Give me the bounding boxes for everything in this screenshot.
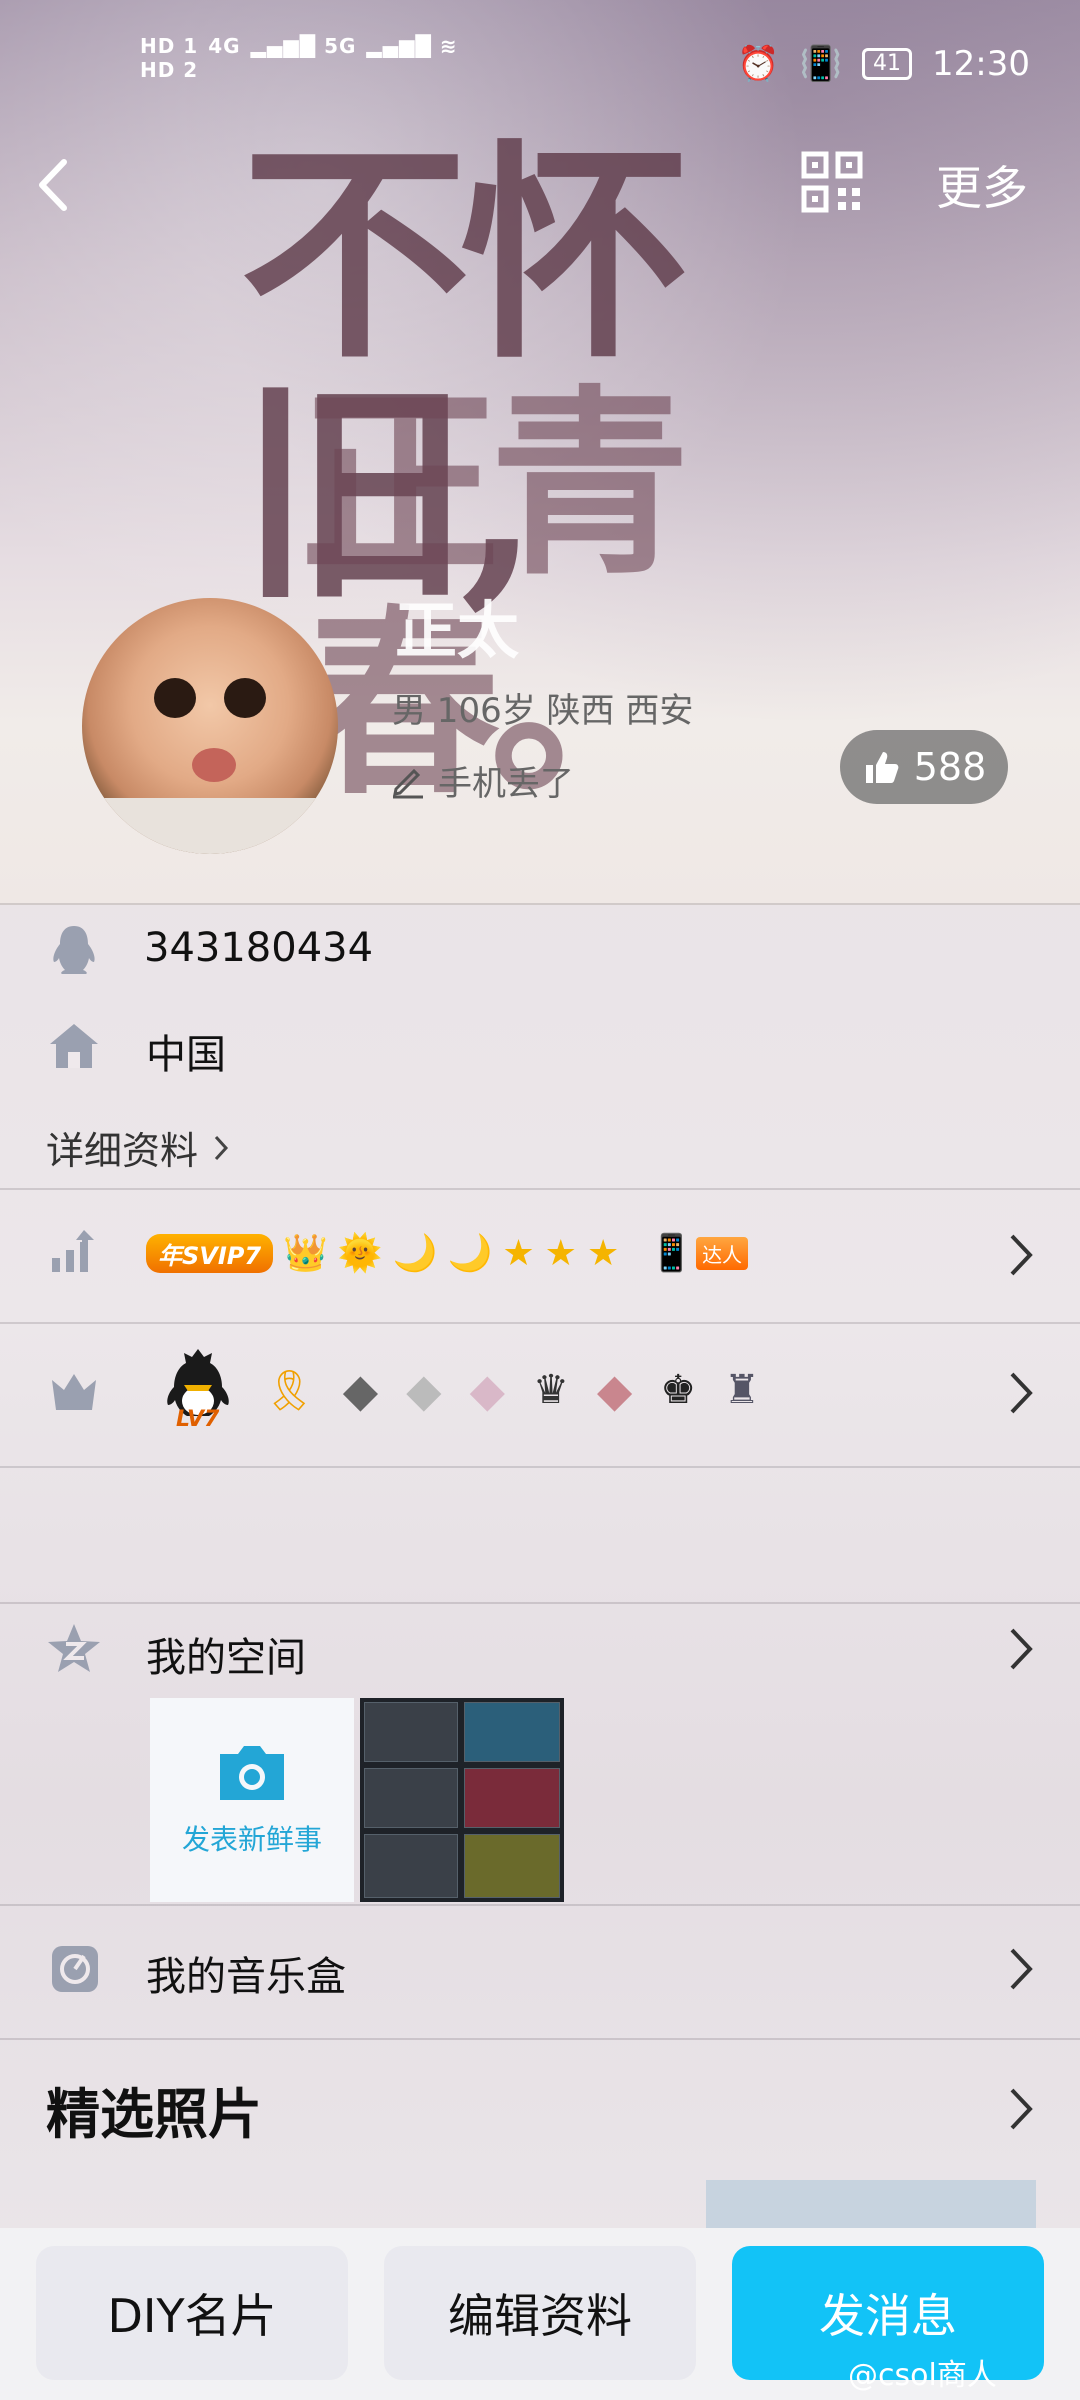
qq-number: 343180434 <box>144 925 374 971</box>
qq-level-text: LV7 <box>176 1407 220 1432</box>
moon-icon: 🌙 <box>447 1233 493 1274</box>
signal-indicators: HD 1 4G ▂▄▆█ 5G ▂▄▆█ ≋ HD 2 <box>140 34 458 82</box>
detail-profile-link[interactable]: 详细资料 <box>46 1120 230 1175</box>
qr-code-icon[interactable] <box>800 150 864 214</box>
divider <box>0 903 1080 905</box>
thumb-cell <box>364 1768 458 1828</box>
space-tiles: 发表新鲜事 <box>150 1698 564 1902</box>
qq-level-badge: LV7 <box>160 1345 236 1435</box>
like-button[interactable]: 588 <box>840 730 1008 804</box>
avatar-eye-left <box>154 678 196 718</box>
service-badges: LV7 🎗 ◆ ◆ ◆ ♛ ◆ ♚ ♜ <box>160 1345 760 1435</box>
edit-profile-button[interactable]: 编辑资料 <box>384 2246 696 2380</box>
nickname: 正太 <box>395 594 520 667</box>
vip-badges: 年SVIP7 👑 🌞 🌙 🌙 ★ ★ ★ 📱 达人 <box>146 1232 749 1274</box>
phone-wing-icon: 📱 <box>649 1233 695 1274</box>
penguin-lightning-icon: ♜ <box>724 1367 760 1413</box>
thumb-cell <box>464 1702 560 1762</box>
chevron-right-icon <box>1010 1372 1033 1414</box>
avatar-eye-right <box>224 678 266 718</box>
new-post-tile[interactable]: 发表新鲜事 <box>150 1698 354 1902</box>
avatar-mouth <box>192 748 236 782</box>
diy-card-button[interactable]: DIY名片 <box>36 2246 348 2380</box>
divider <box>0 1188 1080 1190</box>
camera-icon <box>220 1746 284 1800</box>
home-icon <box>50 1024 98 1068</box>
watermark: @csol商人 <box>848 2358 997 2393</box>
level-chart-icon <box>52 1230 94 1272</box>
star-icon: ★ <box>586 1232 620 1274</box>
clock-time: 12:30 <box>932 44 1030 84</box>
divider <box>0 1322 1080 1324</box>
star-icon: ★ <box>544 1232 577 1274</box>
back-icon[interactable] <box>30 150 80 220</box>
star-icon: ★ <box>502 1232 535 1274</box>
qzone-star-icon <box>48 1624 100 1672</box>
chevron-right-icon <box>1010 1234 1033 1276</box>
qq-penguin-icon <box>53 926 95 974</box>
profile-meta: 男 106岁 陕西 西安 <box>392 691 694 731</box>
new-post-label: 发表新鲜事 <box>181 1823 322 1856</box>
featured-photos-title: 精选照片 <box>46 2083 262 2146</box>
thumb-cell <box>364 1702 458 1762</box>
moon-icon: 🌙 <box>392 1233 438 1274</box>
penguin-mask-icon: ♚ <box>660 1367 697 1413</box>
divider <box>0 1602 1080 1604</box>
avatar-shirt <box>82 798 338 854</box>
thumb-cell <box>464 1834 560 1898</box>
crown-icon: 👑 <box>283 1233 328 1274</box>
crown-outline-icon <box>52 1374 96 1410</box>
thumbs-up-icon <box>865 752 899 783</box>
chevron-right-icon <box>1010 1948 1033 1990</box>
alarm-icon: ⏰ <box>737 44 780 84</box>
pink-diamond-icon: ◆ <box>469 1363 505 1417</box>
banner-line-2: 正青春。 <box>300 367 690 822</box>
avatar[interactable] <box>82 598 338 854</box>
pencil-icon <box>393 768 423 798</box>
chevron-right-icon <box>1010 1628 1033 1670</box>
net2-label: 5G <box>324 34 357 58</box>
red-diamond-icon: ◆ <box>596 1363 633 1417</box>
music-box-title: 我的音乐盒 <box>146 1954 346 2000</box>
divider <box>0 1904 1080 1906</box>
chevron-right-icon <box>214 1135 229 1160</box>
space-photo-thumbnail[interactable] <box>360 1698 564 1902</box>
svip-badge: 年SVIP7 <box>146 1233 274 1273</box>
signature-text: 手机丢了 <box>438 764 574 804</box>
detail-link-label: 详细资料 <box>46 1129 199 1173</box>
sun-icon: 🌞 <box>337 1233 383 1274</box>
like-count: 588 <box>913 745 987 789</box>
sim1-label: HD 1 <box>140 34 199 58</box>
hometown: 中国 <box>146 1032 226 1078</box>
my-space-title: 我的空间 <box>146 1635 306 1681</box>
thumb-cell <box>364 1834 458 1898</box>
divider <box>0 2038 1080 2040</box>
status-bar: HD 1 4G ▂▄▆█ 5G ▂▄▆█ ≋ HD 2 ⏰ 📳 41 12:30 <box>0 0 1080 130</box>
signature[interactable]: 手机丢了 <box>390 756 574 805</box>
music-disc-icon <box>52 1946 98 1992</box>
thumb-cell <box>464 1768 560 1828</box>
banner-artwork-text: 不怀旧, 正青春。 <box>240 135 860 815</box>
photo-strip-preview[interactable] <box>706 2180 1036 2228</box>
divider <box>0 1466 1080 1468</box>
chevron-right-icon <box>1010 2088 1033 2130</box>
vibrate-icon: 📳 <box>799 44 843 84</box>
battery-icon: 41 <box>862 48 913 80</box>
status-right: ⏰ 📳 41 12:30 <box>737 44 1030 84</box>
penguin-crown-icon: ♛ <box>532 1367 569 1413</box>
more-button[interactable]: 更多 <box>936 152 1028 218</box>
dark-diamond-icon: ◆ <box>342 1363 379 1417</box>
net1-label: 4G <box>208 34 241 58</box>
silver-diamond-icon: ◆ <box>406 1363 442 1417</box>
ribbon-icon: 🎗 <box>264 1367 315 1414</box>
sim2-label: HD 2 <box>140 58 199 82</box>
daren-badge: 达人 <box>696 1236 749 1270</box>
